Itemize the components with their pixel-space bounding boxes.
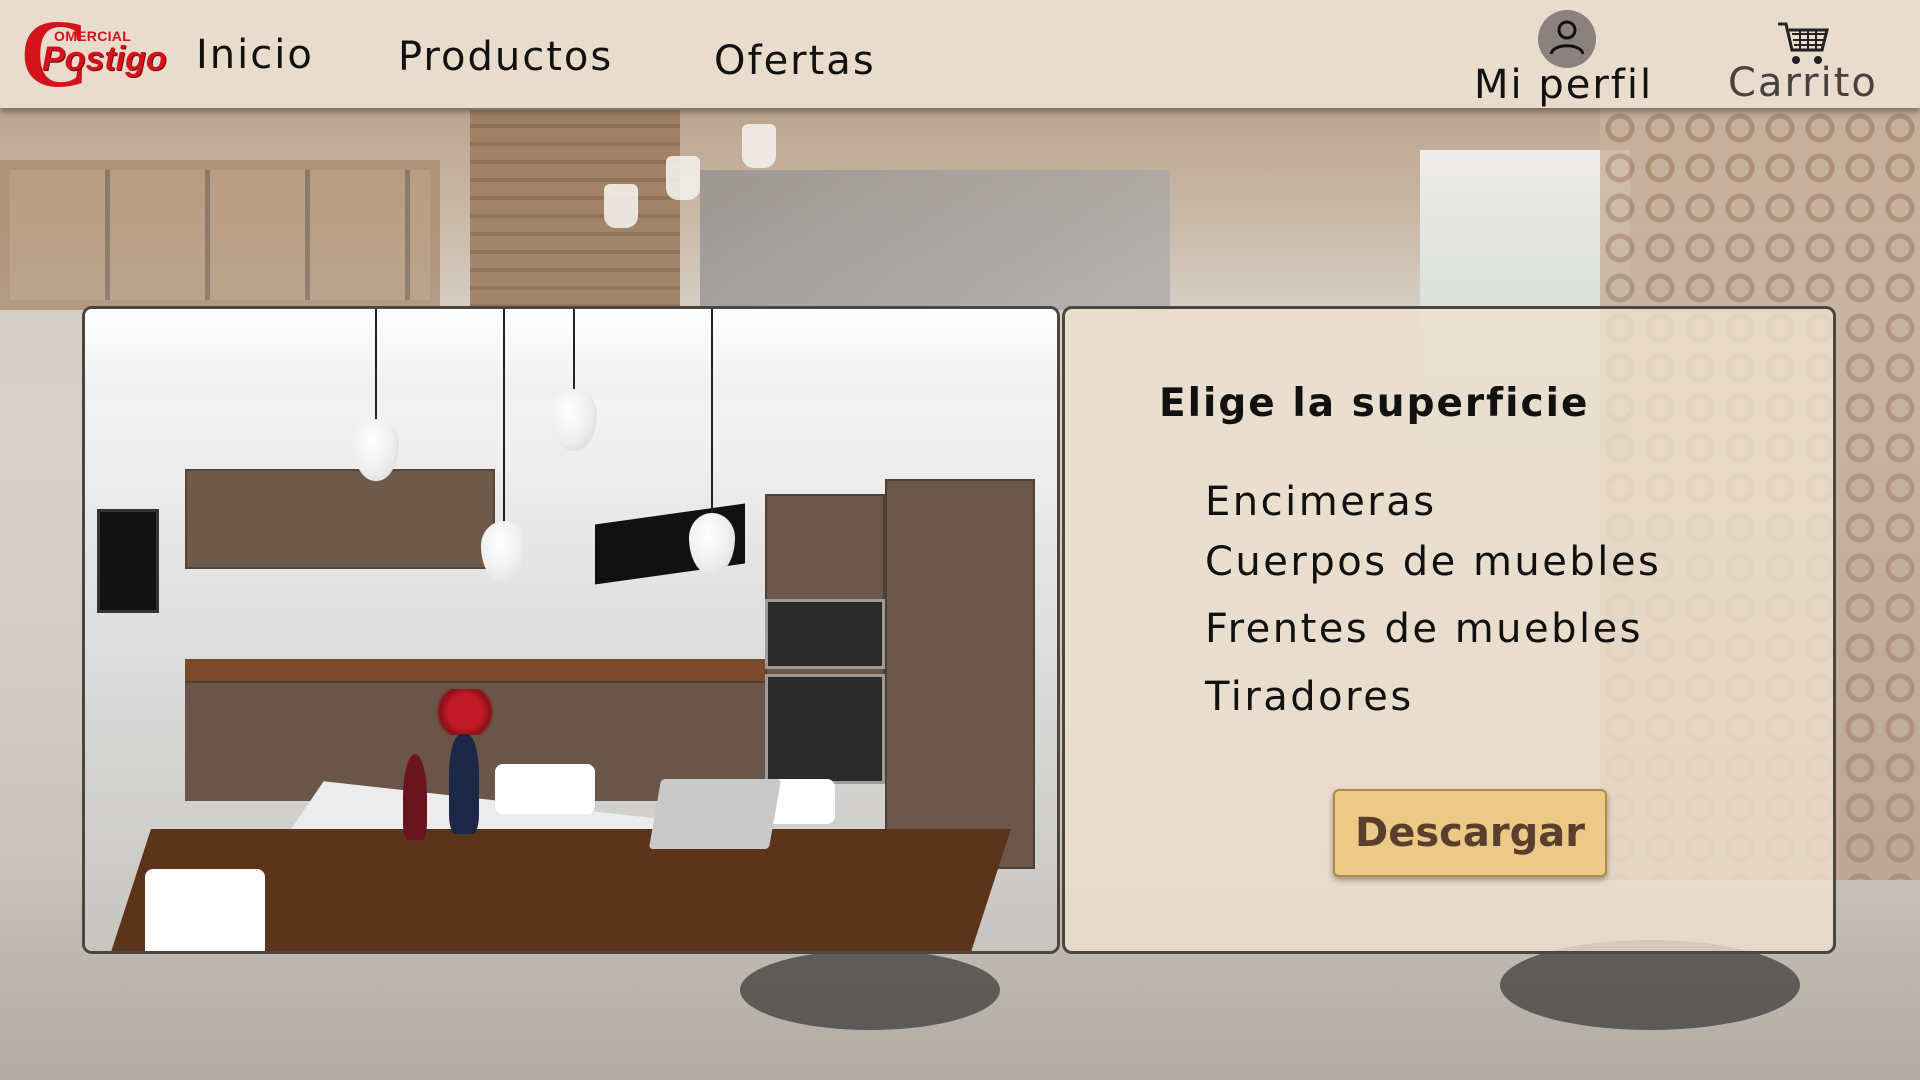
render-oven: [765, 674, 885, 784]
bg-pendant-lamp: [604, 184, 638, 228]
render-vase: [403, 754, 427, 840]
nav-link-productos[interactable]: Productos: [398, 34, 613, 80]
cart-link[interactable]: Carrito: [1726, 16, 1902, 106]
kitchen-preview-image: [82, 306, 1060, 954]
render-upper-cabinet: [185, 469, 495, 569]
cart-label: Carrito: [1728, 60, 1878, 106]
render-chair: [145, 869, 265, 951]
render-countertop: [185, 659, 765, 681]
render-flowers: [430, 689, 500, 735]
surface-options-panel: Elige la superficie Encimeras Cuerpos de…: [1062, 306, 1836, 954]
render-chalkboard: [97, 509, 159, 613]
kitchen-render: [85, 309, 1057, 951]
logo-main-word: Postigo: [42, 40, 167, 78]
bg-pendant-lamp: [742, 124, 776, 168]
top-navigation-bar: C OMERCIAL Postigo Inicio Productos Ofer…: [0, 0, 1920, 108]
option-encimeras[interactable]: Encimeras: [1205, 479, 1437, 525]
option-tiradores[interactable]: Tiradores: [1205, 674, 1414, 720]
user-icon: [1538, 10, 1596, 68]
bg-pendant-lamp: [666, 156, 700, 200]
render-microwave: [765, 599, 885, 669]
render-lamp-wire: [375, 309, 377, 429]
nav-link-ofertas[interactable]: Ofertas: [714, 38, 876, 84]
bg-wall-cabinets: [0, 160, 440, 310]
render-tall-cabinet: [885, 479, 1035, 869]
bg-wood-panel: [470, 110, 680, 310]
option-cuerpos-de-muebles[interactable]: Cuerpos de muebles: [1205, 539, 1661, 585]
render-laptop: [648, 779, 782, 849]
profile-link[interactable]: Mi perfil: [1474, 8, 1654, 108]
render-lamp-wire: [503, 309, 505, 529]
render-chair: [495, 764, 595, 814]
download-button[interactable]: Descargar: [1333, 789, 1607, 877]
render-ceiling: [85, 309, 1057, 399]
render-lamp-wire: [711, 309, 713, 519]
render-vase: [449, 734, 479, 834]
bg-chair: [740, 950, 1000, 1030]
nav-link-inicio[interactable]: Inicio: [196, 32, 314, 78]
brand-logo[interactable]: C OMERCIAL Postigo: [20, 6, 167, 102]
panel-title: Elige la superficie: [1159, 381, 1590, 426]
profile-label: Mi perfil: [1474, 62, 1654, 108]
render-lamp-wire: [573, 309, 575, 399]
option-frentes-de-muebles[interactable]: Frentes de muebles: [1205, 606, 1643, 652]
bg-glass-cabinets: [700, 170, 1170, 310]
